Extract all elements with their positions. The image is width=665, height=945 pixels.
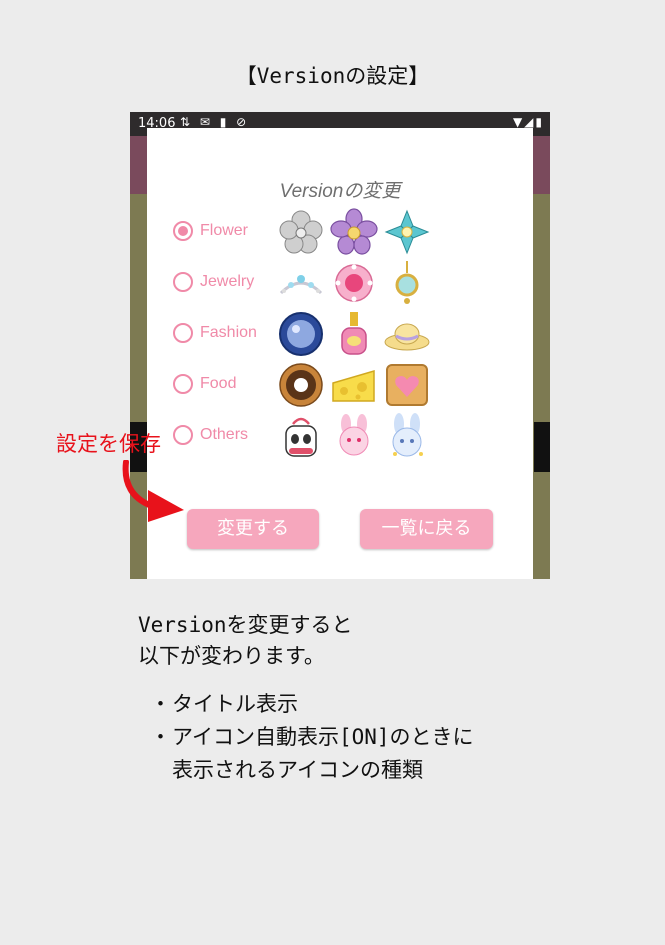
donut-icon: [277, 361, 325, 409]
bullet-item: ・ アイコン自動表示[ON]のときに 表示されるアイコンの種類: [150, 721, 474, 787]
radio-option-flower[interactable]: Flower: [173, 217, 283, 247]
description-line: Versionを変更すると: [138, 613, 353, 637]
bullet-dot: ・: [150, 692, 171, 716]
cheese-icon: [330, 361, 378, 409]
silver-flower-icon: [277, 208, 325, 256]
version-dialog: Versionの変更 Flower Jewelry Fashion Food O…: [147, 128, 533, 579]
change-button[interactable]: 変更する: [187, 509, 319, 549]
panda-bag-icon: [277, 412, 325, 460]
back-to-list-button[interactable]: 一覧に戻る: [360, 509, 493, 549]
signal-battery-icons: ▼◢▮: [512, 115, 544, 129]
bullet-item: ・ タイトル表示: [150, 688, 474, 721]
bullet-text: タイトル表示: [172, 692, 298, 716]
radio-option-others[interactable]: Others: [173, 421, 283, 451]
pendant-icon: [383, 259, 431, 307]
page-title: 【Versionの設定】: [235, 64, 430, 88]
radio-button[interactable]: [173, 374, 193, 394]
bullet-text: 表示されるアイコンの種類: [172, 758, 423, 782]
pink-brooch-icon: [330, 259, 378, 307]
radio-button[interactable]: [173, 323, 193, 343]
radio-option-fashion[interactable]: Fashion: [173, 319, 283, 349]
bullet-text: アイコン自動表示[ON]のときに: [172, 725, 474, 749]
background-strip: [534, 422, 550, 472]
notification-icons: ⇅ ✉ ▮ ⊘: [180, 115, 250, 129]
radio-button[interactable]: [173, 425, 193, 445]
bullet-list: ・ タイトル表示 ・ アイコン自動表示[ON]のときに 表示されるアイコンの種類: [150, 688, 474, 787]
blue-bunny-icon: [383, 412, 431, 460]
perfume-bottle-icon: [330, 310, 378, 358]
option-label: Flower: [200, 222, 249, 239]
option-label: Food: [200, 375, 237, 392]
turquoise-flower-icon: [383, 208, 431, 256]
purple-flower-icon: [330, 208, 378, 256]
save-callout-label: 設定を保存: [56, 432, 161, 456]
radio-option-food[interactable]: Food: [173, 370, 283, 400]
dialog-title: Versionの変更: [279, 181, 401, 202]
pink-bunny-icon: [330, 412, 378, 460]
tiara-icon: [277, 259, 325, 307]
straw-hat-icon: [383, 310, 431, 358]
option-label: Fashion: [200, 324, 257, 341]
heart-biscuit-icon: [383, 361, 431, 409]
radio-option-jewelry[interactable]: Jewelry: [173, 268, 283, 298]
radio-button[interactable]: [173, 272, 193, 292]
description: Versionを変更すると 以下が変わります。: [138, 610, 353, 672]
option-label: Others: [200, 426, 249, 443]
phone-screenshot: 14:06 ⇅ ✉ ▮ ⊘ ▼◢▮ Versionの変更 Flower Jewe…: [130, 112, 550, 579]
compact-mirror-icon: [277, 310, 325, 358]
radio-button-checked[interactable]: [173, 221, 193, 241]
bullet-dot: ・: [150, 725, 171, 749]
callout-arrow-icon: [122, 460, 184, 522]
description-line: 以下が変わります。: [138, 644, 325, 668]
option-label: Jewelry: [200, 273, 255, 290]
